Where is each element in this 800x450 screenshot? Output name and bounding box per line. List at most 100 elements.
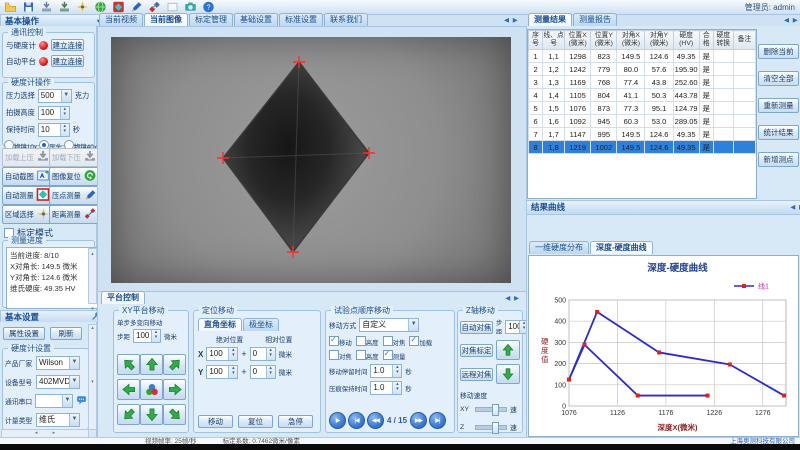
move-sw-button[interactable] [117,404,140,425]
next-point-button[interactable]: ▶▶ [410,412,427,429]
column-header[interactable]: 对角Y(微米) [645,31,673,50]
tab-coord-0[interactable]: 直角坐标 [198,318,242,331]
speed-slider[interactable] [475,407,507,412]
compass-icon[interactable] [75,1,90,14]
connect-button[interactable]: 建立连接 [51,39,84,51]
stop-button[interactable]: 急停 [278,415,313,428]
auto-focus-button[interactable]: 自动对焦 [460,321,493,334]
export-icon[interactable] [57,1,72,14]
tab-center-2[interactable]: 标定管理 [189,13,233,26]
value-spinner[interactable]: 100▴▾ [38,106,70,120]
tab-right-0[interactable]: 测量结果 [528,13,572,26]
tab-center-3[interactable]: 基础设置 [234,13,278,26]
help-icon[interactable]: ? [201,1,216,14]
platform-pager-icons[interactable]: ◀ ▶ [505,294,520,302]
option-checkbox[interactable] [409,336,419,346]
dwell-time-spinner[interactable]: 1.0▴▾ [370,364,402,378]
column-header[interactable]: 位置Y(微米) [591,31,617,50]
first-point-button[interactable]: |◀ [348,412,365,429]
field-select[interactable]: 402MVD▼ [36,375,80,389]
action-button-3[interactable]: 自动截图 [2,167,53,186]
z-down-button[interactable] [496,364,520,384]
frame-icon[interactable] [165,1,180,14]
tab-chart-0[interactable]: 一维硬度分布 [529,241,589,254]
move-button[interactable]: 移动 [198,415,233,428]
pen-icon[interactable] [129,1,144,14]
play-button[interactable]: ▶ [329,412,346,429]
value-spinner[interactable]: 10▴▾ [38,123,70,137]
save-icon[interactable] [21,1,36,14]
chat-icon[interactable] [76,395,87,407]
previous-point-button[interactable]: ◀◀ [367,412,384,429]
action-button-6[interactable]: 压点测量 [49,186,100,205]
tab-coord-1[interactable]: 极坐标 [243,318,279,331]
open-folder-icon[interactable] [3,1,18,14]
vertical-scrollbar[interactable]: ▴▾ [88,324,97,430]
field-select[interactable]: Wilson▼ [36,356,80,370]
connect-button[interactable]: 建立连接 [51,55,84,67]
absolute-position-spinner[interactable]: 100▴▾ [206,365,238,379]
z-up-button[interactable] [496,340,520,360]
table-row[interactable]: 71,71147995149.5124.649.35是 [529,128,756,141]
table-action-button-5[interactable]: 新增测点 [758,152,799,167]
remote-focus-button[interactable]: 远程对焦 [460,368,493,381]
column-header[interactable]: 硬度转换 [713,31,733,50]
move-se-button[interactable] [163,404,186,425]
column-header[interactable]: 对角X(微米) [617,31,645,50]
refresh-button[interactable]: 刷新 [50,327,82,340]
microscope-image[interactable] [111,37,511,283]
move-mode-select[interactable]: 自定义▼ [359,318,419,332]
tab-chart-1[interactable]: 深度-硬度曲线 [590,241,653,254]
center-tab-pager-icons[interactable]: ◀ ▶ [504,16,519,24]
option-checkbox[interactable] [383,336,393,346]
table-row[interactable]: 11,11298823149.5124.649.35是 [529,50,756,63]
result-curve-bar[interactable]: 结果曲线 ◀ ▶ [526,200,800,215]
table-row[interactable]: 31,3116976877.443.8252.60是 [529,76,756,89]
action-button-4[interactable]: 图像复位 [49,167,100,186]
move-s-button[interactable] [140,404,163,425]
camera-icon[interactable] [183,1,198,14]
move-ne-button[interactable] [163,354,186,375]
move-e-button[interactable] [163,379,186,400]
tab-platform-control[interactable]: 平台控制 [101,291,145,304]
option-checkbox[interactable] [329,336,339,346]
move-w-button[interactable] [117,379,140,400]
tab-center-0[interactable]: 当前视频 [99,13,143,26]
option-checkbox[interactable] [356,336,366,346]
column-header[interactable]: 备注 [733,31,755,50]
property-settings-button[interactable]: 属性设置 [3,327,45,340]
joystick-icon[interactable] [140,379,163,400]
relative-position-spinner[interactable]: 0▴▾ [250,347,276,361]
xy-step-spinner[interactable]: 100▴▾ [133,329,161,343]
vertical-scrollbar[interactable]: ▴▾ [88,248,97,304]
focus-calibration-button[interactable]: 对焦标定 [460,344,493,357]
table-row[interactable]: 81,812191002149.5124.649.35是 [529,141,756,154]
tab-center-5[interactable]: 联系我们 [324,13,368,26]
column-header[interactable]: 合格 [699,31,713,50]
import-icon[interactable] [39,1,54,14]
field-select[interactable]: ▼ [35,394,73,408]
move-nw-button[interactable] [117,354,140,375]
measure-tool-icon[interactable] [147,1,162,14]
tab-center-4[interactable]: 标准设置 [279,13,323,26]
table-action-button-4[interactable]: 统计结果 [758,125,799,140]
globe-icon[interactable] [93,1,108,14]
table-row[interactable]: 41,4110580441.150.3443.78是 [529,89,756,102]
absolute-position-spinner[interactable]: 100▴▾ [206,347,238,361]
action-button-5[interactable]: 自动测量 [2,186,53,205]
result-curve-pager-icons[interactable]: ◀ ▶ [790,202,800,213]
column-header[interactable]: 位置X(微米) [565,31,591,50]
action-button-8[interactable]: 距离测量 [49,205,100,224]
option-checkbox[interactable] [383,350,393,360]
table-action-button-1[interactable]: 删除当前 [758,44,799,59]
speed-slider[interactable] [475,425,507,430]
tab-center-1[interactable]: 当前图像 [144,13,188,26]
hold-time-spinner[interactable]: 1.0▴▾ [370,381,402,395]
table-row[interactable]: 51,5107687377.395.1124.79是 [529,102,756,115]
option-checkbox[interactable] [356,350,366,360]
right-tab-pager-icons[interactable]: ◀ ▶ [784,16,799,24]
relative-position-spinner[interactable]: 0▴▾ [250,365,276,379]
last-point-button[interactable]: ▶| [429,412,446,429]
action-button-7[interactable]: 区域选择 [2,205,53,224]
field-select[interactable]: 维氏▼ [36,413,80,427]
